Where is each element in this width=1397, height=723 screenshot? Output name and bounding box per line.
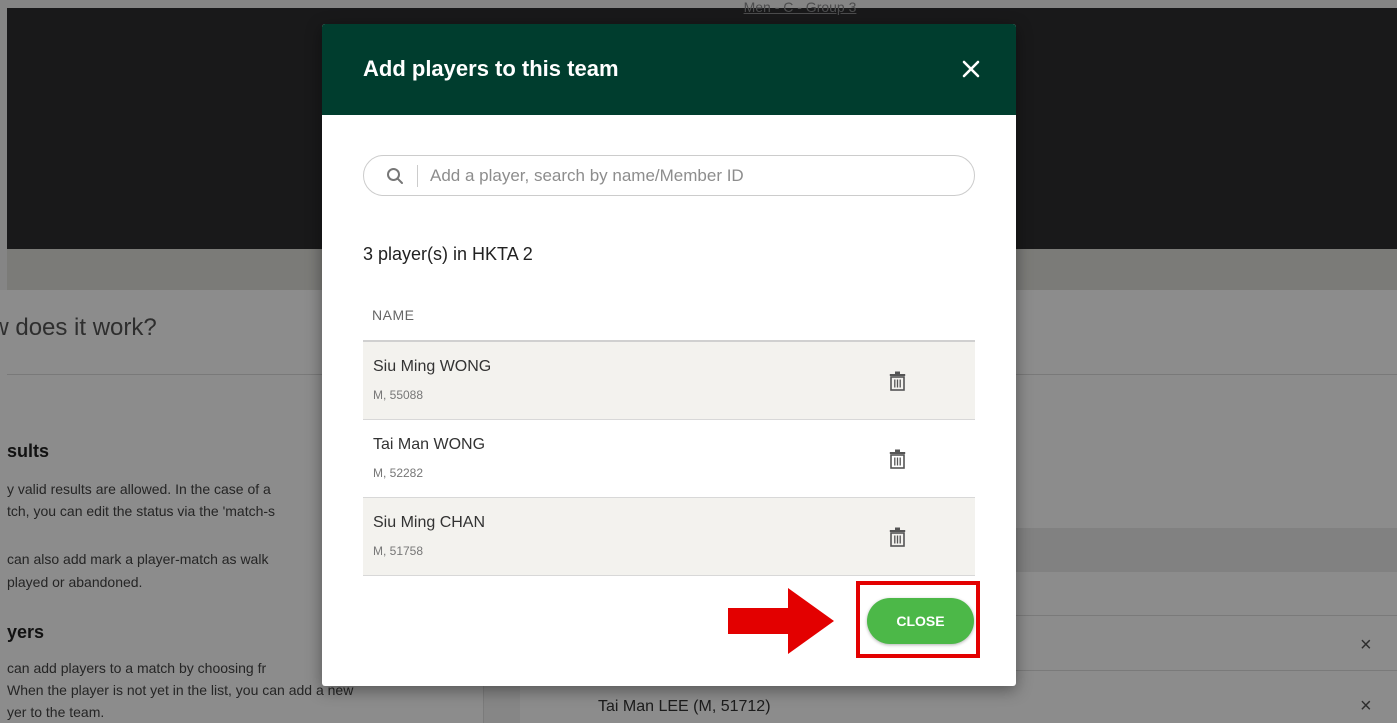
search-icon: [387, 168, 403, 184]
name-column-header: NAME: [372, 307, 415, 323]
search-separator: [417, 165, 418, 187]
dialog-header: Add players to this team: [322, 24, 1016, 115]
annotation-arrow-icon: [728, 588, 834, 654]
player-name: Siu Ming WONG: [373, 358, 492, 375]
player-search: [363, 155, 975, 196]
player-details: M, 55088: [373, 388, 424, 402]
trash-icon[interactable]: [889, 449, 906, 469]
close-icon[interactable]: [958, 56, 984, 82]
table-row: Siu Ming WONG M, 55088: [363, 342, 975, 420]
player-count: 3 player(s) in HKTA 2: [363, 244, 533, 264]
table-row: Siu Ming CHAN M, 51758: [363, 498, 975, 576]
table-row: Tai Man WONG M, 52282: [363, 420, 975, 498]
search-input[interactable]: [430, 164, 950, 188]
player-details: M, 51758: [373, 544, 424, 558]
dialog-title: Add players to this team: [363, 56, 619, 81]
player-details: M, 52282: [373, 466, 424, 480]
player-name: Siu Ming CHAN: [373, 514, 486, 531]
annotation-highlight-box: [856, 581, 980, 658]
player-name: Tai Man WONG: [373, 436, 486, 453]
trash-icon[interactable]: [889, 527, 906, 547]
trash-icon[interactable]: [889, 371, 906, 391]
